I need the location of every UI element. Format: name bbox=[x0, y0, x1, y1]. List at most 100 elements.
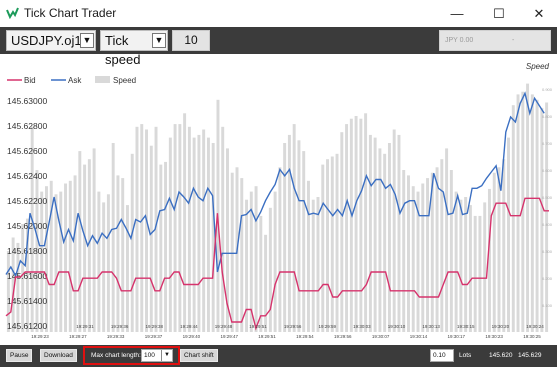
x-tick-label: 19:29:51 bbox=[249, 324, 267, 329]
x-tick-label: 19:30:17 bbox=[448, 334, 466, 339]
speed-bar bbox=[73, 175, 77, 332]
x-tick-label: 19:30:20 bbox=[492, 324, 510, 329]
close-icon: ✕ bbox=[533, 6, 545, 21]
app-logo-icon bbox=[6, 7, 19, 19]
speed-bar bbox=[273, 191, 277, 332]
x-tick-label: 19:29:33 bbox=[107, 334, 125, 339]
speed-bar bbox=[311, 199, 315, 332]
y-tick-label: 145.62400 bbox=[7, 171, 47, 181]
speed-bar bbox=[530, 94, 534, 333]
speed-bar bbox=[511, 105, 515, 332]
speed-bar bbox=[159, 164, 163, 332]
x-tick-label: 19:30:14 bbox=[410, 334, 428, 339]
speed-tick-label: 0.300 bbox=[542, 249, 553, 254]
speed-bar bbox=[197, 134, 201, 332]
speed-bar bbox=[387, 143, 391, 332]
y-tick-label: 145.62600 bbox=[7, 146, 47, 156]
speed-bar bbox=[130, 153, 134, 332]
speed-bar bbox=[287, 134, 291, 332]
speed-bar bbox=[464, 197, 468, 332]
lots-input[interactable]: 0.10 bbox=[430, 349, 454, 362]
speed-tick-label: 0.900 bbox=[542, 87, 553, 92]
speed-bar bbox=[202, 129, 206, 332]
disabled-field-text: JPY 0.00 bbox=[445, 37, 474, 44]
speed-axis-title: Speed bbox=[526, 62, 550, 71]
speed-tick-label: 0.400 bbox=[542, 222, 553, 227]
chart-shift-button[interactable]: Chart shift bbox=[180, 349, 218, 362]
speed-bar bbox=[240, 178, 244, 332]
speed-bar bbox=[121, 178, 125, 332]
speed-bar bbox=[254, 186, 258, 332]
speed-bar bbox=[392, 129, 396, 332]
legend-ask-label: Ask bbox=[68, 76, 82, 85]
speed-bar bbox=[473, 215, 477, 332]
x-tick-label: 19:29:27 bbox=[69, 334, 87, 339]
speed-bar bbox=[59, 191, 63, 332]
speed-bar bbox=[440, 159, 444, 332]
speed-bar bbox=[302, 151, 306, 332]
tick-count-input[interactable]: 10 bbox=[172, 30, 210, 51]
speed-bar bbox=[368, 134, 372, 332]
highlight-box bbox=[83, 346, 180, 365]
lots-label: Lots bbox=[459, 352, 472, 359]
x-tick-label: 19:29:48 bbox=[215, 324, 233, 329]
speed-bar bbox=[478, 215, 482, 332]
x-tick-label: 19:29:23 bbox=[31, 334, 49, 339]
speed-bar bbox=[106, 194, 110, 332]
speed-bar bbox=[135, 126, 139, 332]
x-tick-label: 19:29:36 bbox=[111, 324, 129, 329]
speed-bar bbox=[264, 234, 268, 332]
toolbar: USDJPY.oj1m ▼ Tick speed ▼ 10 JPY 0.00 - bbox=[0, 27, 557, 67]
speed-bar bbox=[335, 153, 339, 332]
speed-tick-label: 0.600 bbox=[542, 168, 553, 173]
x-tick-label: 19:29:56 bbox=[334, 334, 352, 339]
legend-speed-label: Speed bbox=[113, 76, 136, 85]
minimize-icon: — bbox=[450, 6, 464, 21]
pause-button[interactable]: Pause bbox=[6, 349, 33, 362]
bid-price: 145.620 bbox=[489, 352, 513, 359]
x-tick-label: 19:29:59 bbox=[319, 324, 337, 329]
x-tick-label: 19:29:51 bbox=[258, 334, 276, 339]
speed-bar bbox=[168, 137, 172, 332]
y-tick-label: 145.62800 bbox=[7, 121, 47, 131]
speed-bars bbox=[6, 83, 549, 333]
speed-bar bbox=[435, 167, 439, 332]
speed-bar bbox=[407, 175, 410, 332]
maximize-button[interactable]: ☐ bbox=[479, 0, 519, 27]
symbol-select[interactable]: USDJPY.oj1m ▼ bbox=[6, 30, 96, 51]
speed-bar bbox=[292, 124, 296, 332]
speed-bar bbox=[230, 172, 234, 332]
x-tick-label: 19:29:54 bbox=[296, 334, 314, 339]
legend-speed-swatch bbox=[95, 76, 110, 83]
speed-bar bbox=[283, 143, 287, 332]
chart-mode-select[interactable]: Tick speed ▼ bbox=[100, 30, 168, 67]
speed-bar bbox=[221, 126, 225, 332]
minimize-button[interactable]: — bbox=[437, 0, 477, 27]
speed-bar bbox=[345, 124, 349, 332]
speed-tick-label: 0.800 bbox=[542, 114, 553, 119]
speed-bar bbox=[545, 102, 549, 332]
speed-bar bbox=[173, 124, 177, 332]
speed-bar bbox=[468, 205, 472, 332]
speed-bar bbox=[140, 124, 144, 332]
speed-bar bbox=[64, 183, 68, 332]
chevron-down-icon: ▼ bbox=[152, 33, 166, 48]
x-tick-label: 19:29:47 bbox=[220, 334, 238, 339]
x-tick-label: 19:29:56 bbox=[284, 324, 302, 329]
close-button[interactable]: ✕ bbox=[519, 0, 557, 27]
speed-bar bbox=[211, 143, 215, 332]
x-tick-label: 19:30:07 bbox=[372, 334, 390, 339]
y-tick-label: 145.63000 bbox=[7, 96, 47, 106]
x-tick-label: 19:30:25 bbox=[523, 334, 541, 339]
window-title: Tick Chart Trader bbox=[24, 6, 117, 20]
x-tick-label: 19:30:13 bbox=[422, 324, 440, 329]
speed-bar bbox=[349, 118, 353, 332]
speed-bar bbox=[206, 137, 210, 332]
speed-bar bbox=[359, 118, 363, 332]
download-button[interactable]: Download bbox=[40, 349, 77, 362]
speed-bar bbox=[373, 137, 377, 332]
speed-bar bbox=[397, 134, 401, 332]
speed-bar bbox=[164, 161, 168, 332]
speed-bar bbox=[445, 148, 449, 332]
tick-chart[interactable]: 145.63000 145.62800 145.62600 145.62400 145.… bbox=[0, 54, 557, 345]
